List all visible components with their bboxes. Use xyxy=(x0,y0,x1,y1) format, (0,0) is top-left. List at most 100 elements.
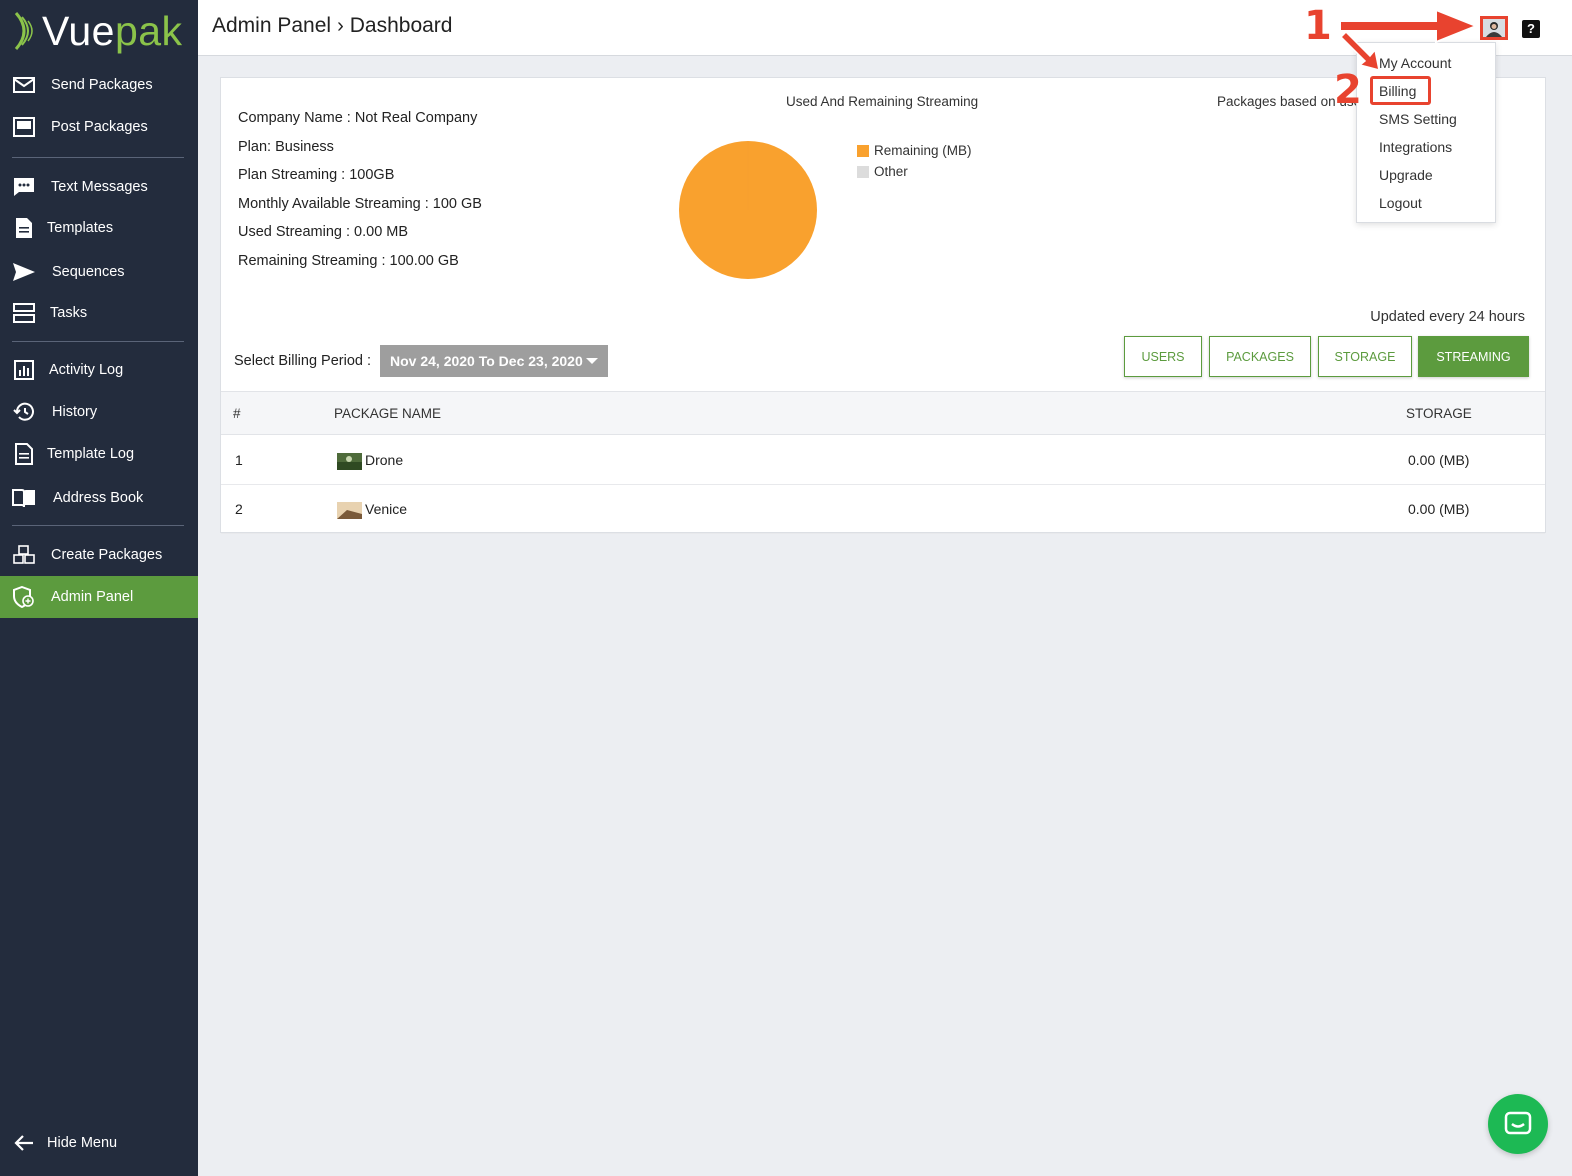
column-header-index[interactable]: # xyxy=(233,392,241,436)
sidebar-item-label: Sequences xyxy=(52,264,125,280)
billing-period-select[interactable]: Nov 24, 2020 To Dec 23, 2020 xyxy=(380,345,608,377)
paper-plane-icon xyxy=(12,260,36,284)
package-name[interactable]: Drone xyxy=(365,436,403,484)
bar-chart-icon xyxy=(12,358,36,382)
tab-packages[interactable]: PACKAGES xyxy=(1209,336,1311,377)
document-icon xyxy=(12,442,36,466)
sidebar-item-sequences[interactable]: Sequences xyxy=(0,251,198,293)
book-icon xyxy=(12,486,36,510)
step-1-label: 1 xyxy=(1304,3,1332,49)
sidebar-item-label: Tasks xyxy=(50,305,88,321)
sidebar-divider xyxy=(12,525,184,526)
sidebar-item-label: Send Packages xyxy=(51,77,153,93)
column-header-package-name[interactable]: PACKAGE NAME xyxy=(334,392,441,436)
billing-period-value: Nov 24, 2020 To Dec 23, 2020 xyxy=(390,353,583,369)
vuepak-logo[interactable]: Vuepak xyxy=(10,6,183,56)
sidebar-item-templates[interactable]: Templates xyxy=(0,207,198,249)
step-2-label: 2 xyxy=(1334,67,1362,113)
sidebar-item-label: Post Packages xyxy=(51,119,148,135)
sidebar-item-label: Activity Log xyxy=(49,362,124,378)
chat-icon xyxy=(1504,1111,1532,1135)
sidebar-item-label: Text Messages xyxy=(51,179,148,195)
tab-storage[interactable]: STORAGE xyxy=(1318,336,1412,377)
sidebar-item-label: Templates xyxy=(47,220,114,236)
sidebar-item-send-packages[interactable]: Send Packages xyxy=(0,64,198,106)
sidebar-item-history[interactable]: History xyxy=(0,391,198,433)
sidebar-item-text-messages[interactable]: Text Messages xyxy=(0,166,198,208)
chart-legend: Remaining (MB) Other xyxy=(857,140,972,182)
used-streaming: Used Streaming : 0.00 MB xyxy=(238,224,409,240)
document-icon xyxy=(12,216,36,240)
breadcrumb-current: Dashboard xyxy=(349,14,453,37)
row-index: 1 xyxy=(235,452,243,468)
sidebar-divider xyxy=(12,157,184,158)
sidebar-item-admin-panel[interactable]: Admin Panel xyxy=(0,576,198,618)
envelope-icon xyxy=(12,73,36,97)
dashboard-card: Company Name : Not Real Company Plan: Bu… xyxy=(220,77,1546,534)
row-index: 2 xyxy=(235,501,243,517)
sidebar: Vuepak Send Packages Post Packages Text … xyxy=(0,0,198,1176)
sidebar-item-label: History xyxy=(52,404,98,420)
menu-item-my-account[interactable]: My Account xyxy=(1379,55,1451,71)
monitor-icon xyxy=(12,115,36,139)
legend-label: Remaining (MB) xyxy=(874,143,972,158)
sidebar-item-label: Address Book xyxy=(53,490,144,506)
company-info: Company Name : Not Real Company Plan: Bu… xyxy=(238,108,482,279)
sidebar-item-label: Create Packages xyxy=(51,547,163,563)
hide-menu-button[interactable]: Hide Menu xyxy=(0,1122,198,1164)
legend-item-other[interactable]: Other xyxy=(857,161,972,182)
table-row[interactable]: 2 Venice 0.00 (MB) xyxy=(221,485,1545,534)
company-name: Company Name : Not Real Company xyxy=(238,110,478,126)
sidebar-divider xyxy=(12,341,184,342)
table-row[interactable]: 1 Drone 0.00 (MB) xyxy=(221,436,1545,485)
admin-icon xyxy=(12,585,36,609)
table-header: # PACKAGE NAME STORAGE xyxy=(221,391,1545,435)
tab-users[interactable]: USERS xyxy=(1124,336,1202,377)
legend-swatch xyxy=(857,165,869,178)
plan: Plan: Business xyxy=(238,138,334,155)
sidebar-item-post-packages[interactable]: Post Packages xyxy=(0,106,198,148)
hide-menu-label: Hide Menu xyxy=(47,1135,118,1151)
sidebar-item-label: Template Log xyxy=(47,446,135,462)
sidebar-item-tasks[interactable]: Tasks xyxy=(0,292,198,334)
remaining-streaming: Remaining Streaming : 100.00 GB xyxy=(238,252,459,269)
column-header-storage[interactable]: STORAGE xyxy=(1406,392,1472,436)
user-avatar-button[interactable] xyxy=(1480,16,1508,40)
menu-item-integrations[interactable]: Integrations xyxy=(1379,139,1452,155)
sidebar-item-address-book[interactable]: Address Book xyxy=(0,477,198,519)
chevron-right-icon: › xyxy=(337,14,344,37)
sidebar-item-create-packages[interactable]: Create Packages xyxy=(0,534,198,576)
chart-title: Used And Remaining Streaming xyxy=(786,94,979,109)
menu-item-upgrade[interactable]: Upgrade xyxy=(1379,167,1433,183)
arrow-left-icon xyxy=(12,1131,36,1155)
package-storage: 0.00 (MB) xyxy=(1408,501,1470,517)
boxes-icon xyxy=(12,543,36,567)
legend-label: Other xyxy=(874,164,908,179)
updated-note: Updated every 24 hours xyxy=(1370,309,1525,325)
legend-item-remaining[interactable]: Remaining (MB) xyxy=(857,140,972,161)
package-storage: 0.00 (MB) xyxy=(1408,452,1470,468)
streaming-pie-chart xyxy=(679,141,817,279)
logo-swoosh-icon xyxy=(14,12,33,50)
package-name[interactable]: Venice xyxy=(365,485,407,533)
account-dropdown-menu: My Account Billing SMS Setting Integrati… xyxy=(1356,42,1496,223)
chat-bubble-icon xyxy=(12,175,36,199)
billing-period-label: Select Billing Period : xyxy=(234,353,372,369)
history-icon xyxy=(12,400,36,424)
sidebar-item-activity-log[interactable]: Activity Log xyxy=(0,349,198,391)
drone-thumbnail xyxy=(337,453,362,470)
breadcrumb-parent[interactable]: Admin Panel xyxy=(212,14,331,38)
sidebar-item-template-log[interactable]: Template Log xyxy=(0,433,198,475)
plan-streaming: Plan Streaming : 100GB xyxy=(238,167,395,183)
menu-item-sms-setting[interactable]: SMS Setting xyxy=(1379,111,1457,127)
tab-streaming[interactable]: STREAMING xyxy=(1418,336,1529,377)
menu-item-logout[interactable]: Logout xyxy=(1379,195,1422,211)
venice-thumbnail xyxy=(337,502,362,519)
monthly-available-streaming: Monthly Available Streaming : 100 GB xyxy=(238,195,482,212)
billing-highlight-box xyxy=(1370,76,1431,105)
chat-widget-button[interactable] xyxy=(1488,1094,1548,1154)
legend-swatch xyxy=(857,144,869,157)
avatar-icon xyxy=(1483,19,1505,37)
help-button[interactable]: ? xyxy=(1522,20,1540,38)
logo-text: Vuepak xyxy=(42,7,183,54)
